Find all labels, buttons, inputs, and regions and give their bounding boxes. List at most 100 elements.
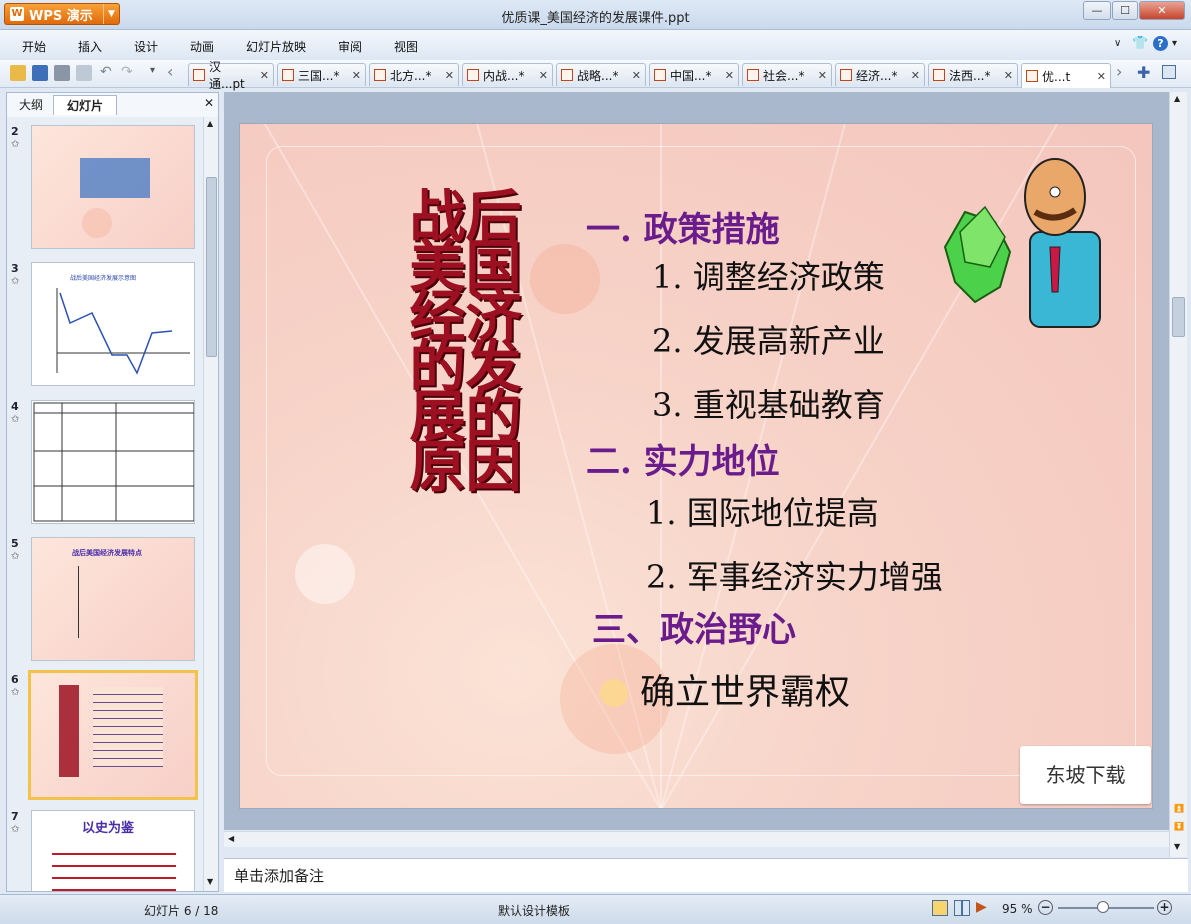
- close-icon[interactable]: ✕: [535, 69, 548, 82]
- slide-vertical-title[interactable]: 战后美国经济的发展的原因: [408, 189, 523, 495]
- open-icon[interactable]: [10, 65, 26, 81]
- next-slide-icon[interactable]: ⏬: [1174, 822, 1184, 831]
- window-arrange-icon[interactable]: [1162, 65, 1176, 79]
- section-1-item-3[interactable]: 3. 重视基础教育: [652, 380, 885, 426]
- slide-thumbnail-6[interactable]: [28, 670, 198, 800]
- ppt-file-icon: [467, 69, 479, 81]
- scroll-thumb[interactable]: [1172, 297, 1185, 337]
- ppt-file-icon: [193, 69, 205, 81]
- thumbnail-title: 战后美国经济发展示意图: [70, 275, 137, 282]
- scroll-up-icon[interactable]: ▲: [207, 119, 213, 128]
- menu-view[interactable]: 视图: [394, 38, 418, 55]
- slide-thumbnail-7[interactable]: 以史为鉴: [31, 810, 195, 891]
- slide-thumbnail-4[interactable]: [31, 400, 195, 524]
- tab-doc-9[interactable]: 法西...* ✕: [928, 63, 1018, 86]
- zoom-level: 95 %: [1002, 902, 1033, 916]
- close-icon[interactable]: ✕: [256, 69, 269, 82]
- thumbnail-number: 3: [11, 262, 19, 275]
- tab-doc-5[interactable]: 战略...* ✕: [556, 63, 646, 86]
- thumbnail-number: 6: [11, 673, 19, 686]
- ppt-file-icon: [282, 69, 294, 81]
- skin-icon[interactable]: 👕: [1132, 36, 1148, 51]
- chevron-down-icon[interactable]: ▾: [1172, 38, 1177, 49]
- tab-doc-6[interactable]: 中国...* ✕: [649, 63, 739, 86]
- tab-doc-2[interactable]: 三国...* ✕: [277, 63, 366, 86]
- section-heading-2[interactable]: 二. 实力地位: [586, 434, 780, 483]
- tab-doc-1[interactable]: 汉通...pt ✕: [188, 60, 274, 91]
- section-1-item-1[interactable]: 1. 调整经济政策: [652, 252, 885, 298]
- save-icon[interactable]: [32, 65, 48, 81]
- menu-slideshow[interactable]: 幻灯片放映: [246, 38, 306, 55]
- slide-canvas[interactable]: 战后美国经济的发展的原因 一. 政策措施 1. 调整经济政策 2. 发展高新产业…: [239, 123, 1153, 809]
- slide-thumbnail-5[interactable]: 战后美国经济发展特点: [31, 537, 195, 661]
- close-icon[interactable]: ✕: [1093, 70, 1106, 83]
- scroll-down-icon[interactable]: ▼: [207, 877, 213, 886]
- close-icon[interactable]: ✕: [721, 69, 734, 82]
- close-icon[interactable]: ✕: [204, 96, 214, 110]
- ppt-file-icon: [840, 69, 852, 81]
- tab-doc-4[interactable]: 内战...* ✕: [462, 63, 553, 86]
- close-icon[interactable]: ✕: [348, 69, 361, 82]
- editor-scrollbar[interactable]: ▲ ⏫ ⏬ ▼: [1169, 92, 1187, 857]
- scroll-down-icon[interactable]: ▼: [1174, 842, 1180, 851]
- close-icon[interactable]: ✕: [1000, 69, 1013, 82]
- notes-area[interactable]: 单击添加备注: [224, 858, 1188, 892]
- section-3-item-1[interactable]: 确立世界霸权: [640, 664, 850, 715]
- tab-doc-8[interactable]: 经济...* ✕: [835, 63, 925, 86]
- template-name[interactable]: 默认设计模板: [498, 902, 570, 919]
- section-1-item-2[interactable]: 2. 发展高新产业: [652, 316, 885, 362]
- chevron-down-icon[interactable]: ▾: [150, 65, 155, 76]
- normal-view-icon[interactable]: [932, 900, 948, 916]
- scroll-thumb[interactable]: [206, 177, 217, 357]
- horizontal-scrollbar[interactable]: ◀: [224, 831, 1173, 847]
- section-2-item-1[interactable]: 1. 国际地位提高: [646, 488, 879, 534]
- thumbnail-art: [93, 687, 163, 767]
- line-chart-thumbnail: [56, 288, 190, 375]
- close-window-button[interactable]: ✕: [1139, 1, 1185, 20]
- print-icon[interactable]: [54, 65, 70, 81]
- section-heading-3[interactable]: 三、政治野心: [592, 602, 796, 651]
- close-icon[interactable]: ✕: [907, 69, 920, 82]
- menu-design[interactable]: 设计: [134, 38, 158, 55]
- thumbnail-art: [78, 566, 79, 638]
- close-icon[interactable]: ✕: [814, 69, 827, 82]
- businessman-clipart-icon[interactable]: [940, 152, 1110, 332]
- ppt-file-icon: [747, 69, 759, 81]
- scroll-up-icon[interactable]: ▲: [1174, 94, 1180, 103]
- section-heading-1[interactable]: 一. 政策措施: [586, 202, 780, 251]
- status-bar: 幻灯片 6 / 18 默认设计模板 ▶ 95 % − +: [0, 894, 1191, 924]
- menu-review[interactable]: 审阅: [338, 38, 362, 55]
- tab-doc-3[interactable]: 北方...* ✕: [369, 63, 459, 86]
- menu-home[interactable]: 开始: [22, 38, 46, 55]
- menu-animation[interactable]: 动画: [190, 38, 214, 55]
- minimize-button[interactable]: —: [1083, 1, 1111, 20]
- scroll-left-icon[interactable]: ◀: [228, 834, 234, 843]
- tab-doc-active[interactable]: 优...t ✕: [1021, 63, 1111, 88]
- tab-outline[interactable]: 大纲: [13, 95, 49, 115]
- tab-doc-7[interactable]: 社会...* ✕: [742, 63, 832, 86]
- thumbnail-scrollbar[interactable]: ▲ ▼: [203, 117, 218, 891]
- tab-slides[interactable]: 幻灯片: [53, 95, 117, 115]
- tab-scroll-right-icon[interactable]: ›: [1116, 62, 1122, 81]
- new-tab-icon[interactable]: ✚: [1137, 63, 1150, 82]
- section-2-item-2[interactable]: 2. 军事经济实力增强: [646, 552, 943, 598]
- zoom-slider-thumb[interactable]: [1097, 901, 1109, 913]
- prev-slide-icon[interactable]: ⏫: [1174, 804, 1184, 813]
- slide-thumbnail-2[interactable]: [31, 125, 195, 249]
- chevron-down-icon[interactable]: ∨: [1114, 38, 1121, 49]
- undo-icon[interactable]: ↶: [100, 64, 112, 80]
- tab-scroll-left-icon[interactable]: ‹: [167, 62, 173, 81]
- slide-sorter-icon[interactable]: [954, 900, 970, 916]
- zoom-in-icon[interactable]: +: [1157, 900, 1172, 915]
- print-preview-icon[interactable]: [76, 65, 92, 81]
- help-icon[interactable]: ?: [1153, 36, 1168, 51]
- menu-insert[interactable]: 插入: [78, 38, 102, 55]
- slideshow-icon[interactable]: ▶: [976, 899, 987, 915]
- redo-icon[interactable]: ↷: [121, 64, 133, 80]
- slide-thumbnail-3[interactable]: 战后美国经济发展示意图: [31, 262, 195, 386]
- close-icon[interactable]: ✕: [441, 69, 454, 82]
- star-icon: ✩: [11, 139, 20, 150]
- maximize-button[interactable]: ☐: [1112, 1, 1138, 20]
- zoom-out-icon[interactable]: −: [1038, 900, 1053, 915]
- close-icon[interactable]: ✕: [628, 69, 641, 82]
